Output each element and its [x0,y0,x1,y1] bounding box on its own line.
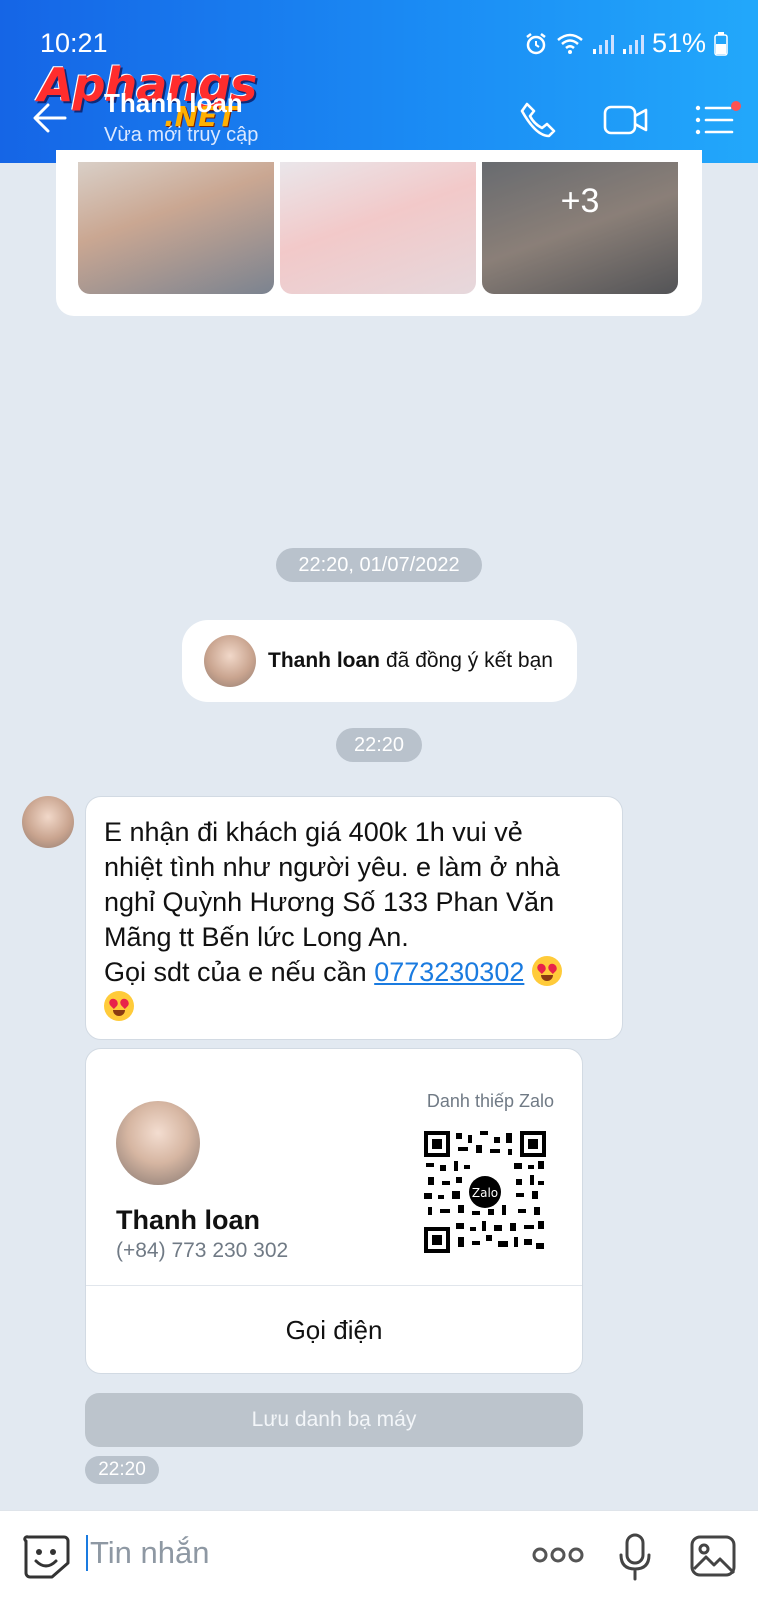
friend-accepted-notice: Thanh loan đã đồng ý kết bạn [182,620,577,702]
app-header: 10:21 51% Aphangs .NET Thanh loan Vừa mớ… [0,0,758,163]
microphone-icon[interactable] [618,1533,652,1586]
image-gallery-icon[interactable] [690,1535,736,1582]
back-arrow-icon[interactable] [32,100,68,141]
video-call-icon[interactable] [602,100,650,145]
timestamp-divider: 22:20, 01/07/2022 [276,548,482,582]
status-time: 10:21 [40,28,108,58]
gallery-image-1[interactable] [78,162,274,294]
gallery-image-2[interactable] [280,162,476,294]
message-line: E nhận đi khách giá 400k 1h vui vẻ [104,817,523,847]
qr-center-logo: Zalo [472,1186,498,1200]
contact-card-avatar [116,1101,200,1185]
message-line: Gọi sdt của e nếu cần 0773230302 [104,955,604,990]
contact-card-name: Thanh loan [116,1205,260,1235]
message-timestamp: 22:20 [85,1456,159,1484]
sender-avatar[interactable] [22,796,74,848]
gallery-image-3[interactable]: +3 [482,162,678,294]
message-line: nhiệt tình như người yêu. e làm ở nhà [104,852,560,882]
alarm-icon [524,32,548,56]
contact-name[interactable]: Thanh loan [104,88,243,119]
battery-icon [714,31,728,56]
contact-card[interactable]: Danh thiếp Zalo Thanh loan (+84) 773 230… [85,1048,583,1374]
more-images-count: +3 [482,162,678,294]
message-bubble[interactable]: E nhận đi khách giá 400k 1h vui vẻ nhiệt… [85,796,623,1040]
signal-icon-2 [622,33,644,55]
contact-card-phone: (+84) 773 230 302 [116,1239,289,1262]
contact-status: Vừa mới truy cập [104,124,259,146]
avatar [204,635,256,687]
message-line: Mãng tt Bến lức Long An. [104,922,409,952]
phone-icon[interactable] [518,100,558,145]
battery-level: 51% [651,28,706,58]
menu-list-icon[interactable] [694,100,742,145]
more-options-icon[interactable] [532,1545,584,1570]
timestamp-divider: 22:20 [336,728,422,762]
save-contact-button[interactable]: Lưu danh bạ máy [85,1393,583,1447]
message-line: nghỉ Quỳnh Hương Số 133 Phan Văn [104,887,555,917]
status-icons: 51% [524,28,728,59]
message-input-bar: Tin nhắn [0,1510,758,1600]
contact-card-label: Danh thiếp Zalo [426,1091,554,1111]
message-line [104,990,604,1025]
qr-code: Zalo [424,1131,546,1253]
message-input[interactable]: Tin nhắn [86,1535,210,1571]
phone-link[interactable]: 0773230302 [374,957,524,987]
call-button[interactable]: Gọi điện [86,1286,582,1374]
sticker-emoji-icon[interactable] [22,1533,70,1586]
signal-icon [592,33,614,55]
heart-eyes-emoji-icon [531,956,562,986]
wifi-icon [556,33,584,55]
system-message-text: đã đồng ý kết bạn [386,649,553,672]
image-gallery: +3 [56,150,702,316]
message-text: Gọi sdt của e nếu cần [104,957,367,987]
heart-eyes-emoji-icon [104,991,134,1021]
system-contact-name: Thanh loan [268,649,380,672]
